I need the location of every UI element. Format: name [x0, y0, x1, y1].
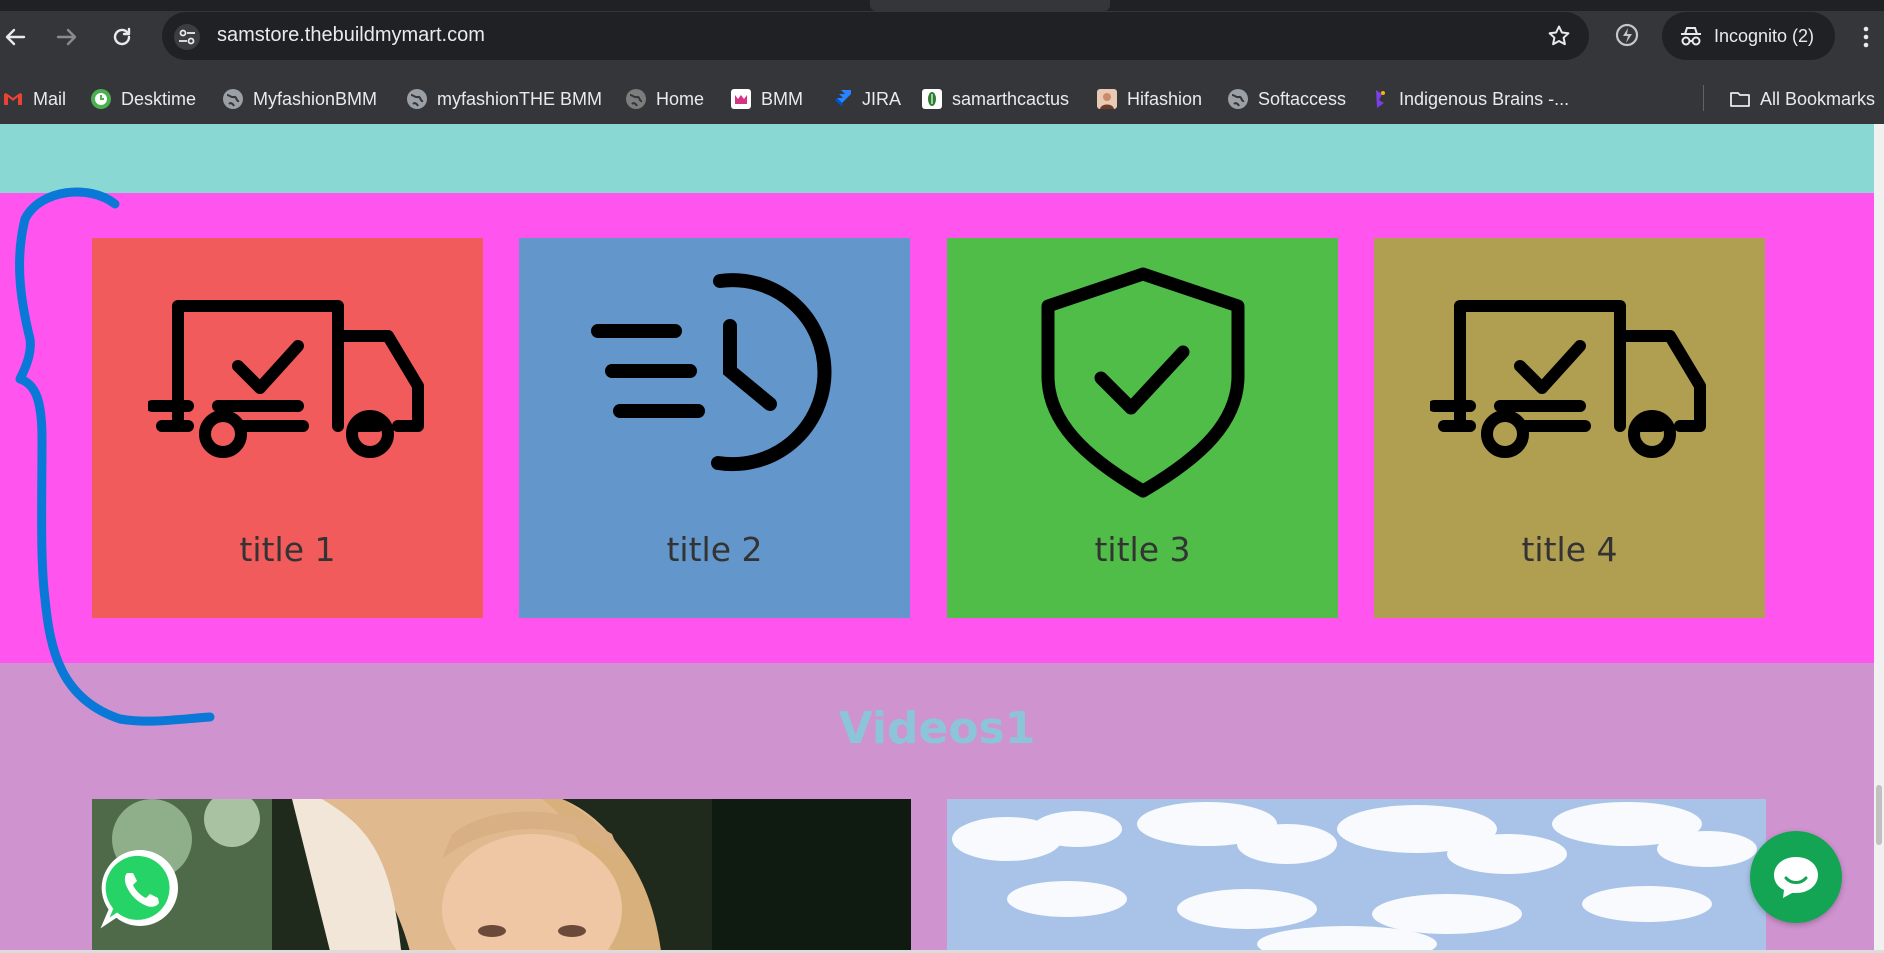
chat-bubble-icon: [1774, 857, 1818, 898]
bmm-icon: [731, 89, 751, 109]
forward-button[interactable]: [52, 22, 82, 52]
more-menu-icon[interactable]: [1856, 22, 1876, 52]
forward-arrow-icon: [56, 28, 77, 46]
back-button[interactable]: [0, 22, 30, 52]
shield-check-icon: [1041, 267, 1244, 498]
all-bookmarks-button[interactable]: All Bookmarks: [1729, 87, 1875, 111]
incognito-button[interactable]: Incognito (2): [1662, 12, 1835, 60]
all-bookmarks-label: All Bookmarks: [1760, 88, 1876, 109]
gmail-icon: [4, 93, 22, 105]
desktime-icon: [91, 89, 111, 109]
reload-button[interactable]: [107, 22, 137, 52]
extension-icon[interactable]: [1612, 20, 1642, 50]
cactus-icon: [922, 89, 942, 109]
bookmark-label: BMM: [761, 88, 803, 109]
bookmark-myfashionbmm[interactable]: MyfashionBMM: [222, 87, 377, 111]
active-tab-edge[interactable]: [870, 0, 1110, 11]
feature-title: title 4: [1521, 530, 1618, 569]
bookmark-star-icon[interactable]: [1547, 24, 1571, 48]
videos-heading: Videos1: [838, 703, 1036, 754]
bookmark-label: myfashionTHE BMM: [437, 88, 603, 109]
browser-toolbar: samstore.thebuildmymart.com Incognito (2…: [0, 0, 1884, 73]
delivery-truck-icon: [147, 300, 424, 458]
address-bar[interactable]: samstore.thebuildmymart.com: [162, 12, 1589, 60]
scrollbar-thumb[interactable]: [1876, 785, 1882, 845]
features-section: title 1 title 2 title 3 title 4: [0, 193, 1874, 663]
bookmarks-bar: Mail Desktime MyfashionBMM myfashionTHE …: [0, 73, 1884, 125]
teal-band: [0, 124, 1874, 193]
globe-icon: [1228, 89, 1248, 109]
bookmark-label: samarthcactus: [952, 88, 1070, 109]
bookmark-mail[interactable]: Mail: [2, 87, 66, 111]
fast-clock-icon: [590, 273, 831, 472]
indigenous-icon: [1376, 90, 1385, 108]
bookmark-desktime[interactable]: Desktime: [90, 87, 196, 111]
hifashion-icon: [1097, 89, 1117, 109]
feature-title: title 2: [666, 530, 763, 569]
bookmark-label: Desktime: [121, 88, 197, 109]
reload-icon: [113, 27, 131, 46]
bookmark-label: MyfashionBMM: [253, 88, 378, 109]
feature-card-4[interactable]: title 4: [1374, 238, 1765, 618]
bookmark-samarthcactus[interactable]: samarthcactus: [921, 87, 1069, 111]
feature-card-3[interactable]: title 3: [947, 238, 1338, 618]
bookmark-label: Hifashion: [1127, 88, 1203, 109]
bookmark-label: JIRA: [862, 88, 902, 109]
globe-icon: [223, 89, 243, 109]
globe-icon: [626, 89, 646, 109]
bookmarks-divider: [1703, 85, 1704, 111]
video-thumbnail-1[interactable]: [92, 799, 911, 950]
site-settings-icon[interactable]: [174, 24, 200, 50]
feature-title: title 1: [239, 530, 336, 569]
video-thumbnail-2[interactable]: [947, 799, 1766, 950]
bookmark-label: Indigenous Brains -...: [1399, 88, 1570, 109]
bookmark-bmm[interactable]: BMM: [730, 87, 803, 111]
bookmark-label: Home: [656, 88, 705, 109]
video-1-image: [92, 799, 911, 950]
bookmark-home[interactable]: Home: [625, 87, 704, 111]
chat-widget-button[interactable]: [1750, 831, 1842, 923]
bookmark-jira[interactable]: JIRA: [831, 87, 901, 111]
back-arrow-icon: [5, 28, 26, 46]
videos-section: Videos1: [0, 663, 1874, 950]
whatsapp-icon[interactable]: [97, 845, 183, 931]
url-text[interactable]: samstore.thebuildmymart.com: [217, 24, 485, 47]
incognito-icon: [1681, 27, 1701, 46]
video-2-image: [947, 799, 1766, 950]
feature-title: title 3: [1094, 530, 1191, 569]
incognito-label: Incognito (2): [1714, 25, 1815, 46]
bookmark-myfashionthebmm[interactable]: myfashionTHE BMM: [406, 87, 602, 111]
jira-icon: [835, 90, 851, 106]
delivery-truck-icon: [1429, 300, 1706, 458]
feature-card-1[interactable]: title 1: [92, 238, 483, 618]
tab-strip: [0, 0, 1884, 11]
bookmark-softaccess[interactable]: Softaccess: [1227, 87, 1346, 111]
bookmark-label: Mail: [33, 88, 67, 109]
feature-card-2[interactable]: title 2: [519, 238, 910, 618]
globe-icon: [407, 89, 427, 109]
bookmark-indigenous-brains[interactable]: Indigenous Brains -...: [1368, 87, 1569, 111]
bookmark-label: Softaccess: [1258, 88, 1347, 109]
folder-icon: [1730, 92, 1750, 107]
page-viewport: title 1 title 2 title 3 title 4 Videos1: [0, 124, 1874, 950]
bookmark-hifashion[interactable]: Hifashion: [1096, 87, 1202, 111]
